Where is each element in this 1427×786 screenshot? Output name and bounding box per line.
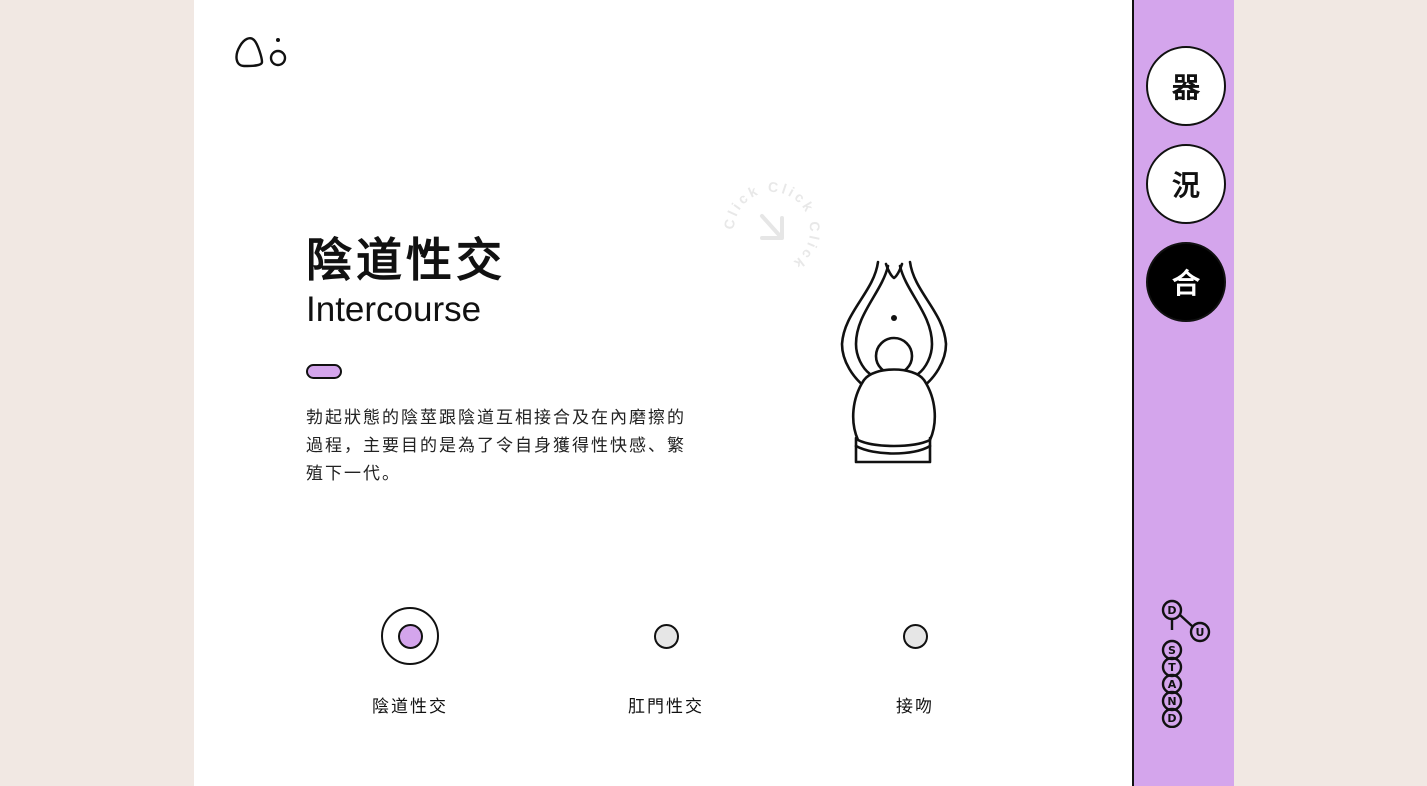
nav-button-union[interactable]: 合 — [1146, 242, 1226, 322]
svg-text:D: D — [1167, 712, 1176, 725]
brand-logo-icon[interactable]: D U S T A N D — [1160, 596, 1216, 728]
option-vaginal[interactable]: 陰道性交 — [340, 606, 480, 726]
svg-text:U: U — [1196, 626, 1205, 639]
description: 勃起狀態的陰莖跟陰道互相接合及在內磨擦的過程，主要目的是為了令自身獲得性快感、繁… — [306, 408, 686, 484]
click-hint-badge[interactable]: Click Click Click — [724, 182, 820, 278]
nav-button-situations[interactable]: 況 — [1146, 144, 1226, 224]
svg-text:N: N — [1167, 695, 1176, 708]
svg-text:A: A — [1168, 678, 1177, 691]
accent-pill — [306, 364, 342, 379]
selected-radio[interactable] — [381, 607, 439, 665]
svg-text:D: D — [1167, 604, 1176, 617]
option-label: 接吻 — [896, 697, 934, 717]
selected-dot — [397, 623, 423, 649]
option-label: 陰道性交 — [372, 697, 448, 717]
radio[interactable] — [653, 623, 679, 649]
page-title: 陰道性交 — [306, 233, 506, 287]
option-anal[interactable]: 肛門性交 — [596, 606, 736, 726]
svg-text:T: T — [1168, 661, 1176, 674]
option-kiss[interactable]: 接吻 — [845, 606, 985, 726]
page-subtitle: Intercourse — [306, 290, 482, 329]
arrow-down-right-icon — [760, 214, 784, 240]
svg-text:S: S — [1168, 644, 1176, 657]
option-label: 肛門性交 — [628, 697, 704, 717]
main-card: 陰道性交 Intercourse 勃起狀態的陰莖跟陰道互相接合及在內磨擦的過程，… — [194, 0, 1132, 786]
radio[interactable] — [902, 623, 928, 649]
sidebar: 器 況 合 D U S T A N D — [1132, 0, 1234, 786]
intercourse-illustration-icon — [840, 260, 948, 464]
bubbles-logo-icon[interactable] — [234, 32, 290, 72]
nav-button-organs[interactable]: 器 — [1146, 46, 1226, 126]
